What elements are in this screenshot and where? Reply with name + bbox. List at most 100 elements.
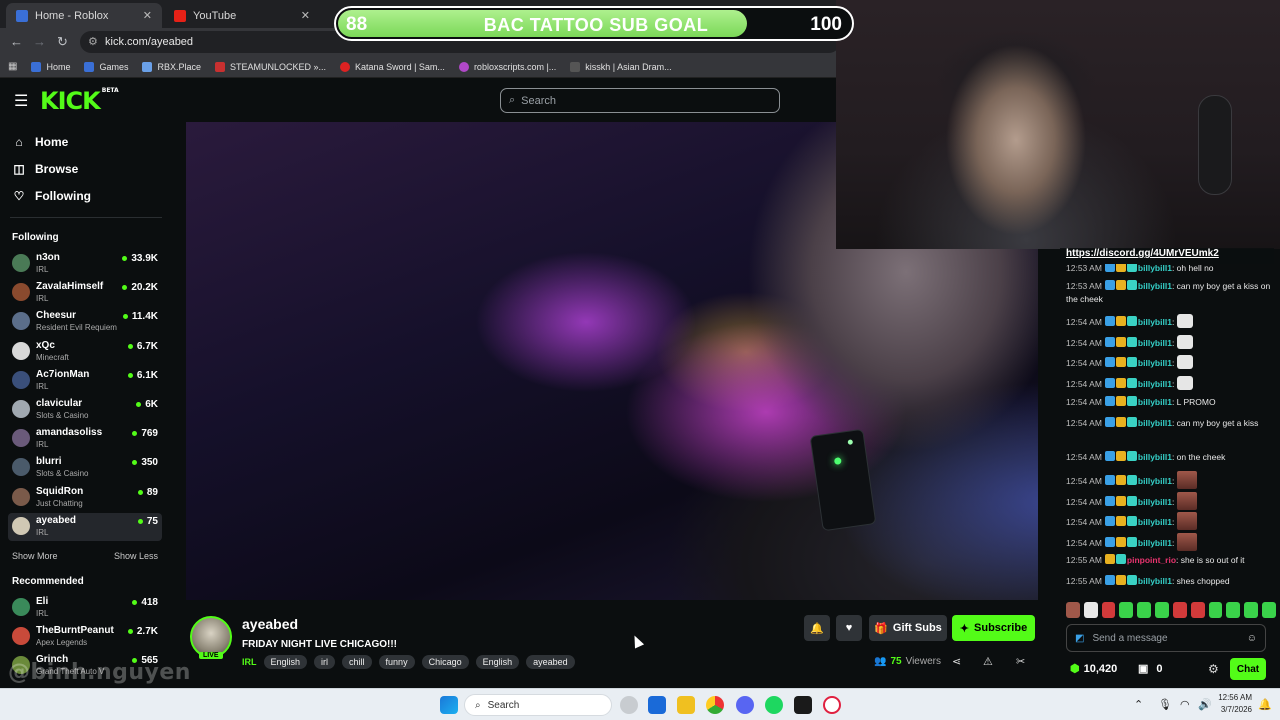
emote-icon[interactable] — [1172, 602, 1187, 618]
system-clock[interactable]: 12:56 AM 3/7/2026 — [1218, 692, 1252, 716]
chat-username[interactable]: billybill1 — [1138, 397, 1172, 407]
tag-chip[interactable]: ayeabed — [526, 655, 575, 669]
sidebar-item-home[interactable]: ⌂ Home — [12, 135, 68, 149]
chat-username[interactable]: billybill1 — [1138, 418, 1172, 428]
vault[interactable]: ▣ 0 — [1138, 662, 1163, 676]
tab-roblox[interactable]: Home - Roblox ✕ — [6, 3, 162, 28]
sidebar-channel-ac7ionman[interactable]: Ac7ionMan IRL 6.1K — [8, 367, 162, 395]
emote-icon[interactable] — [1208, 602, 1223, 618]
tray-chevron-icon[interactable]: ⌃ — [1134, 698, 1143, 711]
sidebar-channel-clavicular[interactable]: clavicular Slots & Casino 6K — [8, 396, 162, 424]
bookmark-games[interactable]: Games — [84, 61, 128, 72]
sidebar-channel-zavalahimself[interactable]: ZavalaHimself IRL 20.2K — [8, 279, 162, 307]
emote-icon[interactable] — [1137, 602, 1152, 618]
sidebar-channel-ayeabed[interactable]: ayeabed IRL 75 — [8, 512, 162, 541]
bookmark-robloxscripts[interactable]: robloxscripts.com |... — [458, 61, 556, 72]
emote-icon[interactable] — [1244, 602, 1259, 618]
tag-chip[interactable]: funny — [378, 655, 415, 669]
emote-icon[interactable] — [1155, 602, 1169, 618]
category-link[interactable]: IRL — [242, 657, 257, 667]
follow-heart-button[interactable]: ♥ — [836, 615, 862, 641]
sidebar-item-browse[interactable]: ◫ Browse — [12, 162, 78, 176]
chat-username[interactable]: billybill1 — [1138, 338, 1172, 348]
emote-icon[interactable] — [1083, 602, 1098, 618]
search-input[interactable]: ⌕ Search — [500, 88, 780, 113]
emote-icon[interactable] — [1101, 602, 1116, 618]
emote-icon[interactable] — [1262, 602, 1276, 618]
microphone-icon[interactable]: 🎙 — [1158, 698, 1172, 711]
share-icon[interactable]: ⋖ — [952, 655, 961, 668]
discord-icon[interactable] — [736, 696, 754, 714]
sidebar-channel-eli[interactable]: Eli IRL 418 — [8, 594, 162, 622]
sidebar-channel-xqc[interactable]: xQc Minecraft 6.7K — [8, 338, 162, 366]
channel-points[interactable]: ⬢ 10,420 — [1070, 662, 1117, 676]
sidebar-channel-squidron[interactable]: SquidRon Just Chatting 89 — [8, 484, 162, 512]
kick-logo[interactable]: KICK BETA — [40, 87, 119, 115]
windows-start-icon[interactable] — [440, 696, 458, 714]
show-more-button[interactable]: Show More — [12, 551, 58, 561]
chat-username[interactable]: billybill1 — [1138, 317, 1172, 327]
volume-icon[interactable]: 🔊 — [1198, 698, 1212, 711]
sidebar-channel-theburntpeanut[interactable]: TheBurntPeanut Apex Legends 2.7K — [8, 623, 162, 651]
reload-icon[interactable]: ↻ — [57, 34, 68, 50]
chrome-icon[interactable] — [706, 696, 724, 714]
sidebar-item-following[interactable]: ♡ Following — [12, 189, 91, 203]
tag-chip[interactable]: English — [475, 655, 520, 669]
chat-identity-icon[interactable]: ◩ — [1075, 633, 1084, 644]
streamer-name[interactable]: ayeabed — [242, 616, 298, 632]
subscribe-button[interactable]: ✦ Subscribe — [952, 615, 1035, 641]
chat-username[interactable]: billybill1 — [1138, 497, 1172, 507]
clip-icon[interactable]: ✂ — [1016, 655, 1025, 668]
tag-chip[interactable]: irl — [314, 655, 336, 669]
chat-username[interactable]: billybill1 — [1138, 576, 1172, 586]
chat-username[interactable]: billybill1 — [1138, 281, 1172, 291]
show-less-button[interactable]: Show Less — [114, 551, 158, 561]
report-icon[interactable]: ⚠ — [983, 655, 993, 668]
opera-icon[interactable] — [823, 696, 841, 714]
tag-chip[interactable]: chill — [342, 655, 372, 669]
store-icon[interactable] — [648, 696, 666, 714]
emote-icon[interactable] — [1066, 602, 1080, 618]
tab-youtube[interactable]: YouTube ✕ — [164, 3, 320, 28]
folder-icon[interactable] — [677, 696, 695, 714]
spotify-icon[interactable] — [765, 696, 783, 714]
site-info-icon[interactable]: ⚙ — [88, 35, 98, 48]
bookmark-home[interactable]: Home — [31, 61, 70, 72]
chat-send-button[interactable]: Chat — [1230, 658, 1266, 680]
chat-username[interactable]: billybill1 — [1138, 476, 1172, 486]
sidebar-channel-cheesur[interactable]: Cheesur Resident Evil Requiem 11.4K — [8, 308, 162, 336]
notification-bell-button[interactable]: 🔔 — [804, 615, 830, 641]
chat-username[interactable]: billybill1 — [1138, 358, 1172, 368]
wifi-icon[interactable]: ◠ — [1180, 698, 1190, 711]
emoji-icon[interactable]: ☺ — [1247, 633, 1257, 644]
chat-username[interactable]: pinpoint_rio — [1127, 555, 1176, 565]
tag-chip[interactable]: Chicago — [421, 655, 469, 669]
emote-icon[interactable] — [1226, 602, 1241, 618]
chat-input[interactable]: ◩ Send a message ☺ — [1066, 624, 1266, 652]
chat-username[interactable]: billybill1 — [1138, 538, 1172, 548]
chat-username[interactable]: billybill1 — [1138, 517, 1172, 527]
bookmark-rbxplace[interactable]: RBX.Place — [142, 61, 201, 72]
gift-subs-button[interactable]: 🎁 Gift Subs — [869, 615, 947, 641]
bookmark-kisskh[interactable]: kisskh | Asian Dram... — [570, 61, 672, 72]
close-icon[interactable]: ✕ — [143, 9, 152, 22]
settings-gear-icon[interactable]: ⚙ — [1208, 662, 1219, 676]
sidebar-channel-blurri[interactable]: blurri Slots & Casino 350 — [8, 454, 162, 482]
menu-icon[interactable]: ☰ — [14, 91, 28, 111]
back-icon[interactable]: ← — [10, 34, 23, 49]
taskbar-search[interactable]: ⌕ Search — [464, 694, 612, 716]
apps-grid-icon[interactable]: ▦ — [8, 61, 17, 72]
emote-icon[interactable] — [1119, 602, 1134, 618]
forward-icon[interactable]: → — [33, 34, 46, 49]
sidebar-channel-amandasoliss[interactable]: amandasoliss IRL 769 — [8, 425, 162, 453]
sidebar-channel-n3on[interactable]: n3on IRL 33.9K — [8, 250, 162, 278]
discord-link[interactable]: https://discord.gg/4UMrVEUmk2 — [1060, 248, 1274, 264]
chat-username[interactable]: billybill1 — [1138, 379, 1172, 389]
close-icon[interactable]: ✕ — [301, 9, 310, 22]
bookmark-katana[interactable]: Katana Sword | Sam... — [340, 61, 445, 72]
chat-username[interactable]: billybill1 — [1138, 452, 1172, 462]
notification-bell-icon[interactable]: 🔔 — [1258, 698, 1272, 711]
kick-app-icon[interactable] — [794, 696, 812, 714]
bookmark-steamunlocked[interactable]: STEAMUNLOCKED »... — [215, 61, 326, 72]
chat-username[interactable]: billybill1 — [1138, 264, 1172, 273]
